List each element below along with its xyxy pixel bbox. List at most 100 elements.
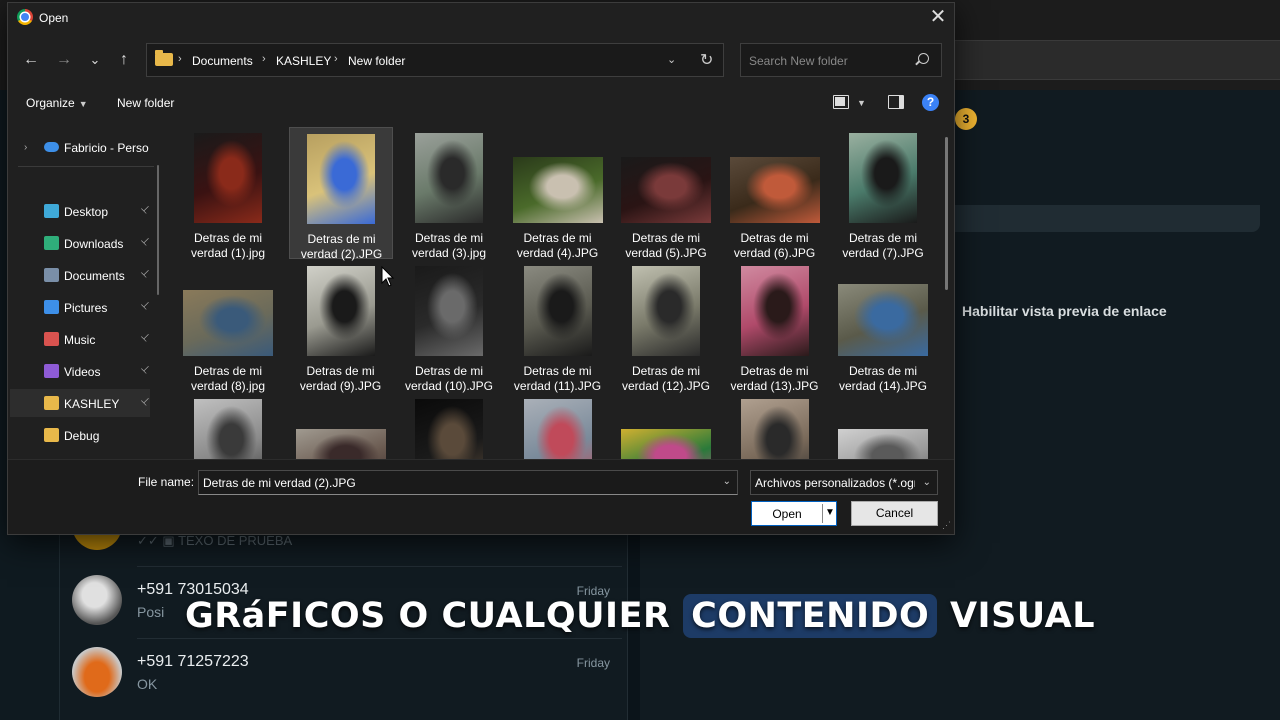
organize-menu[interactable]: Organize ▼	[26, 96, 88, 110]
pin-icon: ⊥	[138, 394, 153, 409]
breadcrumb-new-folder[interactable]: New folder	[348, 54, 405, 68]
nav-item-fabricio-perso[interactable]: › Fabricio - Perso	[10, 133, 150, 161]
nav-item-music[interactable]: Music ⊥	[10, 325, 153, 353]
nav-item-label: Debug	[64, 429, 100, 443]
file-item[interactable]	[506, 393, 610, 459]
nav-item-downloads[interactable]: Downloads ⊥	[10, 229, 153, 257]
file-item[interactable]	[289, 393, 393, 459]
file-item[interactable]: Detras de mi verdad (14).JPG	[831, 260, 935, 393]
image-thumbnail	[838, 429, 928, 459]
file-item[interactable]: Detras de mi verdad (9).JPG	[289, 260, 393, 393]
search-input[interactable]	[749, 52, 909, 70]
videos-icon	[44, 364, 59, 378]
file-name: Detras de mi verdad (2).JPG	[300, 232, 383, 261]
file-item[interactable]	[397, 393, 501, 459]
help-icon[interactable]: ?	[922, 94, 939, 111]
file-item[interactable]: Detras de mi verdad (13).JPG	[723, 260, 827, 393]
file-grid-scrollbar[interactable]	[945, 137, 948, 290]
open-options-dropdown-icon[interactable]: ▼	[825, 507, 835, 518]
image-thumbnail	[632, 266, 700, 356]
folder-icon	[155, 50, 173, 66]
nav-item-desktop[interactable]: Desktop ⊥	[10, 197, 153, 225]
back-arrow-icon[interactable]: ←	[20, 49, 42, 71]
recent-locations-icon[interactable]: ⌄	[84, 49, 106, 71]
file-item[interactable]	[614, 393, 718, 459]
folder-icon	[44, 428, 59, 442]
close-icon[interactable]: ✕	[922, 3, 954, 33]
file-item[interactable]	[176, 393, 280, 459]
image-thumbnail	[306, 266, 375, 356]
chevron-down-icon[interactable]: ⌄	[723, 476, 731, 487]
image-thumbnail	[523, 266, 592, 356]
file-item[interactable]: Detras de mi verdad (10).JPG	[397, 260, 501, 393]
file-item[interactable]	[723, 393, 827, 459]
view-dropdown-icon[interactable]: ▼	[857, 98, 866, 108]
image-thumbnail	[183, 290, 273, 356]
breadcrumb-documents[interactable]: Documents	[192, 54, 253, 68]
pin-icon: ⊥	[138, 266, 153, 281]
cloud-icon	[44, 142, 59, 152]
file-item[interactable]: Detras de mi verdad (11).JPG	[506, 260, 610, 393]
file-item[interactable]: Detras de mi verdad (7).JPG	[831, 127, 935, 260]
resize-grip-icon[interactable]: ⋰	[942, 520, 951, 531]
image-thumbnail	[838, 284, 928, 356]
file-name-label: File name:	[138, 475, 195, 489]
caret-down-icon: ▼	[78, 99, 88, 109]
chat-item[interactable]: +591 71257223 OK Friday	[72, 647, 622, 719]
nav-item-pictures[interactable]: Pictures ⊥	[10, 293, 153, 321]
file-item[interactable]: Detras de mi verdad (2).JPG	[288, 127, 393, 261]
breadcrumb-kashley[interactable]: KASHLEY	[276, 54, 331, 68]
file-item[interactable]: Detras de mi verdad (3).jpg	[397, 127, 501, 260]
image-thumbnail	[194, 133, 262, 223]
nav-item-label: Fabricio - Perso	[64, 141, 149, 155]
view-options-icon[interactable]	[833, 95, 849, 109]
file-name: Detras de mi verdad (1).jpg	[190, 231, 266, 260]
search-box[interactable]	[740, 43, 942, 77]
cancel-button[interactable]: Cancel	[851, 501, 938, 526]
pictures-icon	[44, 300, 59, 314]
search-icon[interactable]	[918, 53, 929, 64]
file-name-input[interactable]	[203, 475, 703, 491]
address-bar[interactable]: › Documents › KASHLEY › New folder ⌄ ↻	[146, 43, 724, 77]
pin-icon: ⊥	[138, 362, 153, 377]
navigation-pane: › Fabricio - Perso Desktop ⊥ Downloads ⊥ Docum…	[8, 121, 166, 459]
image-thumbnail	[415, 266, 483, 356]
nav-scrollbar[interactable]	[157, 165, 159, 295]
dialog-titlebar[interactable]: Open ✕	[8, 3, 954, 33]
open-button[interactable]: Open ▼	[751, 501, 837, 526]
file-item[interactable]	[831, 393, 935, 459]
background-panel	[955, 205, 1260, 232]
file-item[interactable]: Detras de mi verdad (8).jpg	[176, 260, 280, 393]
image-thumbnail	[306, 134, 375, 224]
file-item[interactable]: Detras de mi verdad (1).jpg	[176, 127, 280, 260]
preview-pane-icon[interactable]	[888, 95, 904, 109]
nav-item-label: Music	[64, 333, 96, 347]
nav-item-debug[interactable]: Debug	[10, 421, 150, 449]
up-arrow-icon[interactable]: ↑	[113, 49, 135, 71]
nav-item-documents[interactable]: Documents ⊥	[10, 261, 153, 289]
file-grid: Detras de mi verdad (1).jpg Detras de mi …	[176, 121, 948, 459]
file-name: Detras de mi verdad (3).jpg	[411, 231, 487, 260]
new-folder-button[interactable]: New folder	[117, 96, 174, 110]
expand-chevron-icon[interactable]: ›	[24, 142, 27, 153]
file-type-select[interactable]: Archivos personalizados (*.ogm ⌄	[750, 470, 938, 495]
image-thumbnail	[523, 399, 592, 459]
file-item[interactable]: Detras de mi verdad (5).JPG	[614, 127, 718, 260]
pin-icon: ⊥	[138, 234, 153, 249]
chevron-down-icon[interactable]: ⌄	[667, 53, 676, 66]
image-thumbnail	[512, 157, 603, 223]
refresh-icon[interactable]: ↻	[700, 50, 713, 70]
nav-item-label: KASHLEY	[64, 397, 120, 411]
image-thumbnail	[295, 429, 386, 459]
link-preview-setting-label[interactable]: Habilitar vista previa de enlace	[962, 303, 1167, 319]
image-thumbnail	[849, 133, 917, 223]
file-item[interactable]: Detras de mi verdad (4).JPG	[506, 127, 610, 260]
nav-item-videos[interactable]: Videos ⊥	[10, 357, 153, 385]
forward-arrow-icon[interactable]: →	[53, 49, 75, 71]
file-name-combobox[interactable]: ⌄	[198, 470, 738, 495]
nav-item-kashley[interactable]: KASHLEY ⊥	[10, 389, 153, 417]
nav-item-label: Pictures	[64, 301, 108, 315]
file-item[interactable]: Detras de mi verdad (12).JPG	[614, 260, 718, 393]
file-item[interactable]: Detras de mi verdad (6).JPG	[723, 127, 827, 260]
image-thumbnail	[740, 266, 809, 356]
